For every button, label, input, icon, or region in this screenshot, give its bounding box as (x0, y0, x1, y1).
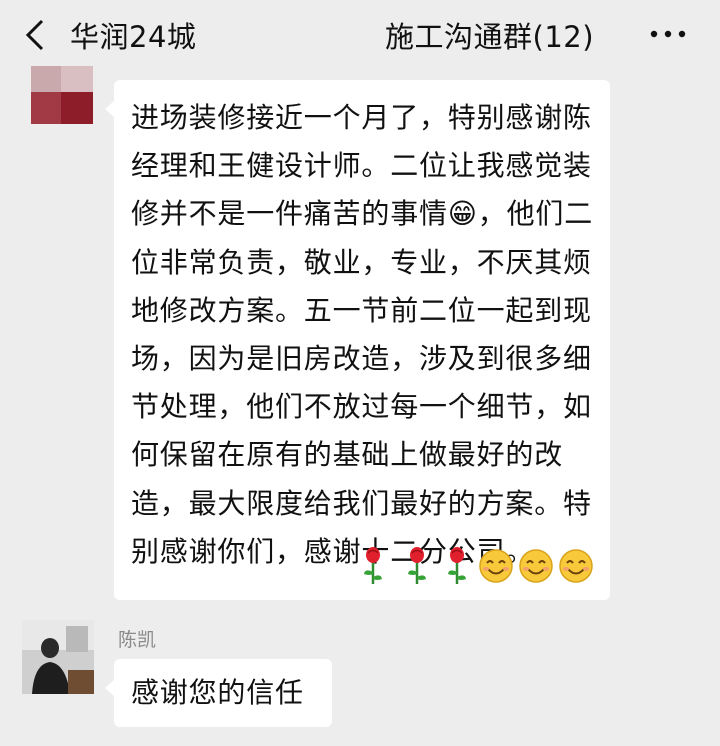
smile-icon (479, 549, 513, 583)
more-icon[interactable] (648, 24, 688, 44)
message-text: 感谢您的信任 (131, 676, 304, 709)
message-bubble[interactable]: 感谢您的信任 (105, 659, 332, 727)
message-bubble[interactable]: 进场装修接近一个月了，特别感谢陈经理和王健设计师。二位让我感觉装修并不是一件痛苦… (105, 80, 610, 600)
chat-header: 华润24城 施工沟通群(12) (0, 0, 720, 70)
rose-icon (448, 547, 466, 584)
message-text: 进场装修接近一个月了，特别感谢陈经理和王健设计师。二位让我感觉装修并不是一件痛苦… (131, 101, 593, 568)
rose-icon (364, 547, 382, 584)
chat-title-right: 施工沟通群(12) (385, 20, 595, 54)
smile-icon (519, 549, 553, 583)
rose-icon (408, 547, 426, 584)
back-arrow-icon[interactable] (22, 18, 48, 52)
sender-name: 陈凯 (118, 629, 157, 651)
chat-title-left: 华润24城 (70, 20, 197, 54)
smile-icon (559, 549, 593, 583)
avatar[interactable] (31, 66, 93, 124)
avatar[interactable] (22, 620, 94, 694)
